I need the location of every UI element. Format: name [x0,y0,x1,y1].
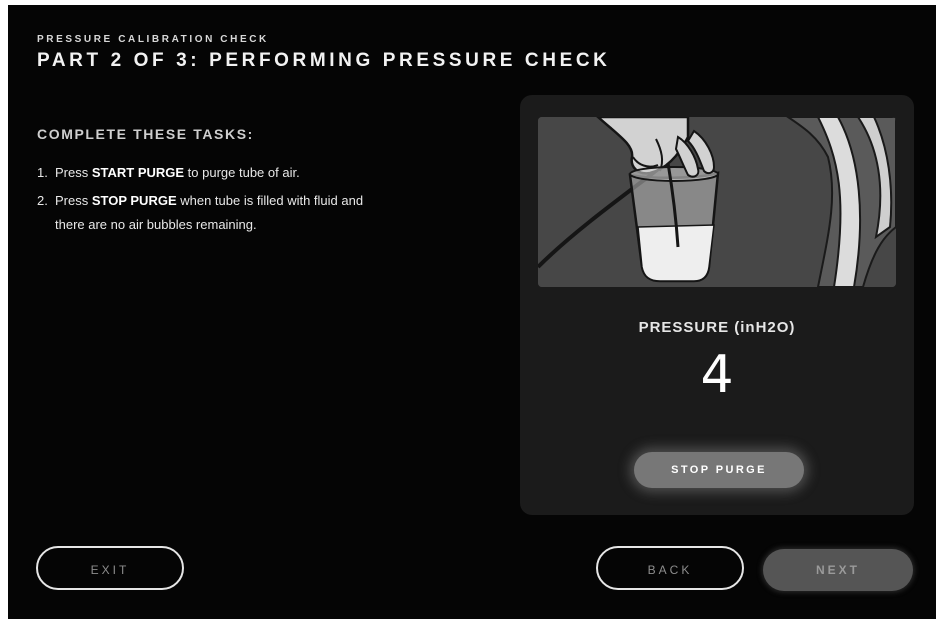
pressure-panel: PRESSURE (inH2O) 4 STOP PURGE [520,95,914,515]
pressure-value: 4 [700,345,734,405]
page-title: PART 2 OF 3: PERFORMING PRESSURE CHECK [37,50,611,71]
task-suffix: when tube is filled with fluid and [176,193,364,208]
task-item-2: 2. Press STOP PURGE when tube is filled w… [37,189,507,237]
task-list: 1. Press START PURGE to purge tube of air… [37,161,507,241]
task-suffix: to purge tube of air. [184,165,300,180]
purge-illustration-image [538,117,896,287]
screen-subtitle: PRESSURE CALIBRATION CHECK [37,34,269,45]
pressure-label: PRESSURE (inH2O) [638,319,796,336]
exit-button[interactable]: EXIT [36,546,184,590]
back-button[interactable]: BACK [596,546,744,590]
task-item-1: 1. Press START PURGE to purge tube of air… [37,161,507,185]
next-button[interactable]: NEXT [763,549,913,591]
task-number: 1. [37,165,48,180]
purge-illustration [538,117,896,287]
task-action: START PURGE [91,165,185,180]
calibration-screen: PRESSURE CALIBRATION CHECK PART 2 OF 3: … [8,5,936,619]
task-prefix: Press [55,165,92,180]
task-continuation: there are no air bubbles remaining. [55,217,257,232]
task-action: STOP PURGE [91,193,177,208]
task-number: 2. [37,193,48,208]
task-prefix: Press [55,193,92,208]
stop-purge-button[interactable]: STOP PURGE [634,452,804,488]
tasks-heading: COMPLETE THESE TASKS: [37,126,254,142]
